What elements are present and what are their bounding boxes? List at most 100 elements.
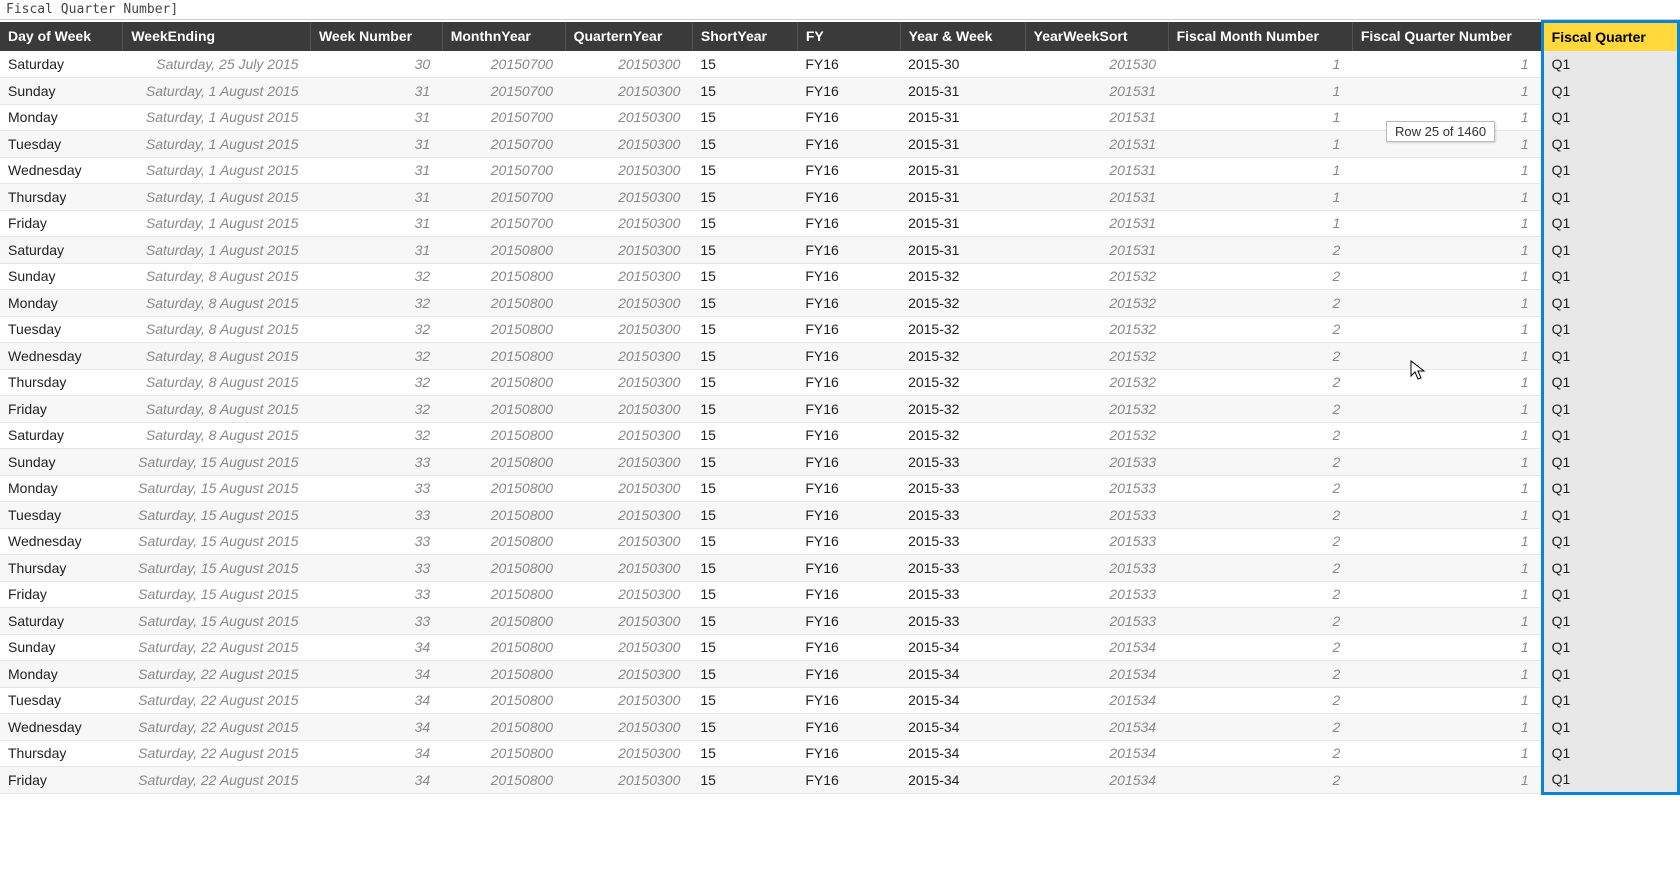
cell-fy[interactable]: FY16 (797, 396, 900, 423)
table-row[interactable]: SundaySaturday, 1 August 201531201507002… (0, 78, 1679, 105)
cell-we[interactable]: Saturday, 22 August 2015 (123, 767, 311, 794)
table-row[interactable]: TuesdaySaturday, 15 August 2015332015080… (0, 502, 1679, 529)
cell-yws[interactable]: 201531 (1025, 210, 1168, 237)
cell-fq[interactable]: Q1 (1542, 475, 1678, 502)
cell-fy[interactable]: FY16 (797, 369, 900, 396)
table-row[interactable]: ThursdaySaturday, 1 August 2015312015070… (0, 184, 1679, 211)
cell-yw[interactable]: 2015-32 (900, 422, 1025, 449)
cell-wn[interactable]: 31 (310, 184, 442, 211)
cell-fq[interactable]: Q1 (1542, 343, 1678, 370)
column-header-fq[interactable]: Fiscal Quarter (1542, 22, 1678, 52)
cell-fmn[interactable]: 1 (1168, 210, 1352, 237)
cell-sy[interactable]: 15 (692, 661, 797, 688)
cell-yws[interactable]: 201533 (1025, 502, 1168, 529)
cell-fy[interactable]: FY16 (797, 157, 900, 184)
cell-wn[interactable]: 31 (310, 104, 442, 131)
cell-yws[interactable]: 201533 (1025, 581, 1168, 608)
cell-yws[interactable]: 201532 (1025, 263, 1168, 290)
cell-day[interactable]: Wednesday (0, 157, 123, 184)
cell-yws[interactable]: 201534 (1025, 767, 1168, 794)
cell-yw[interactable]: 2015-33 (900, 608, 1025, 635)
cell-yw[interactable]: 2015-33 (900, 528, 1025, 555)
cell-qy[interactable]: 20150300 (565, 714, 692, 741)
cell-fy[interactable]: FY16 (797, 767, 900, 794)
cell-sy[interactable]: 15 (692, 608, 797, 635)
cell-we[interactable]: Saturday, 1 August 2015 (123, 157, 311, 184)
cell-fmn[interactable]: 2 (1168, 263, 1352, 290)
cell-fqn[interactable]: 1 (1352, 343, 1542, 370)
cell-day[interactable]: Thursday (0, 369, 123, 396)
cell-yw[interactable]: 2015-33 (900, 555, 1025, 582)
cell-yw[interactable]: 2015-32 (900, 343, 1025, 370)
cell-qy[interactable]: 20150300 (565, 104, 692, 131)
cell-fqn[interactable]: 1 (1352, 210, 1542, 237)
cell-my[interactable]: 20150700 (442, 78, 565, 105)
cell-my[interactable]: 20150700 (442, 131, 565, 158)
cell-fy[interactable]: FY16 (797, 343, 900, 370)
cell-fmn[interactable]: 1 (1168, 157, 1352, 184)
cell-fq[interactable]: Q1 (1542, 661, 1678, 688)
cell-day[interactable]: Sunday (0, 634, 123, 661)
cell-day[interactable]: Friday (0, 210, 123, 237)
cell-we[interactable]: Saturday, 8 August 2015 (123, 263, 311, 290)
cell-fq[interactable]: Q1 (1542, 608, 1678, 635)
cell-fmn[interactable]: 2 (1168, 528, 1352, 555)
cell-day[interactable]: Monday (0, 475, 123, 502)
cell-fq[interactable]: Q1 (1542, 263, 1678, 290)
cell-wn[interactable]: 34 (310, 687, 442, 714)
cell-fmn[interactable]: 1 (1168, 78, 1352, 105)
cell-wn[interactable]: 32 (310, 290, 442, 317)
table-row[interactable]: ThursdaySaturday, 22 August 201534201508… (0, 740, 1679, 767)
cell-my[interactable]: 20150800 (442, 740, 565, 767)
cell-fq[interactable]: Q1 (1542, 502, 1678, 529)
cell-sy[interactable]: 15 (692, 475, 797, 502)
cell-fmn[interactable]: 2 (1168, 316, 1352, 343)
cell-qy[interactable]: 20150300 (565, 210, 692, 237)
cell-day[interactable]: Wednesday (0, 528, 123, 555)
cell-fy[interactable]: FY16 (797, 634, 900, 661)
table-row[interactable]: WednesdaySaturday, 22 August 20153420150… (0, 714, 1679, 741)
table-row[interactable]: SaturdaySaturday, 1 August 2015312015080… (0, 237, 1679, 264)
cell-fqn[interactable]: 1 (1352, 608, 1542, 635)
cell-wn[interactable]: 31 (310, 237, 442, 264)
cell-yws[interactable]: 201531 (1025, 104, 1168, 131)
cell-fq[interactable]: Q1 (1542, 740, 1678, 767)
cell-fq[interactable]: Q1 (1542, 634, 1678, 661)
cell-my[interactable]: 20150800 (442, 237, 565, 264)
cell-yws[interactable]: 201533 (1025, 555, 1168, 582)
cell-yws[interactable]: 201532 (1025, 369, 1168, 396)
cell-my[interactable]: 20150800 (442, 396, 565, 423)
cell-fqn[interactable]: 1 (1352, 528, 1542, 555)
cell-fq[interactable]: Q1 (1542, 449, 1678, 476)
formula-bar[interactable]: Fiscal Quarter Number] (0, 0, 1680, 20)
cell-qy[interactable]: 20150300 (565, 51, 692, 78)
cell-sy[interactable]: 15 (692, 157, 797, 184)
cell-yws[interactable]: 201534 (1025, 634, 1168, 661)
cell-fq[interactable]: Q1 (1542, 316, 1678, 343)
cell-fmn[interactable]: 2 (1168, 634, 1352, 661)
cell-qy[interactable]: 20150300 (565, 343, 692, 370)
table-row[interactable]: MondaySaturday, 8 August 201532201508002… (0, 290, 1679, 317)
cell-qy[interactable]: 20150300 (565, 502, 692, 529)
cell-my[interactable]: 20150800 (442, 263, 565, 290)
cell-wn[interactable]: 33 (310, 475, 442, 502)
cell-fqn[interactable]: 1 (1352, 449, 1542, 476)
cell-fqn[interactable]: 1 (1352, 369, 1542, 396)
cell-fq[interactable]: Q1 (1542, 104, 1678, 131)
cell-fy[interactable]: FY16 (797, 449, 900, 476)
table-row[interactable]: SundaySaturday, 8 August 201532201508002… (0, 263, 1679, 290)
cell-fq[interactable]: Q1 (1542, 767, 1678, 794)
cell-fqn[interactable]: 1 (1352, 714, 1542, 741)
cell-day[interactable]: Sunday (0, 263, 123, 290)
cell-fmn[interactable]: 2 (1168, 740, 1352, 767)
cell-fq[interactable]: Q1 (1542, 184, 1678, 211)
cell-sy[interactable]: 15 (692, 396, 797, 423)
cell-sy[interactable]: 15 (692, 528, 797, 555)
cell-day[interactable]: Thursday (0, 740, 123, 767)
cell-we[interactable]: Saturday, 15 August 2015 (123, 555, 311, 582)
column-header-wn[interactable]: Week Number (310, 22, 442, 52)
cell-yw[interactable]: 2015-33 (900, 449, 1025, 476)
cell-we[interactable]: Saturday, 22 August 2015 (123, 740, 311, 767)
cell-my[interactable]: 20150800 (442, 475, 565, 502)
table-row[interactable]: MondaySaturday, 15 August 20153320150800… (0, 475, 1679, 502)
